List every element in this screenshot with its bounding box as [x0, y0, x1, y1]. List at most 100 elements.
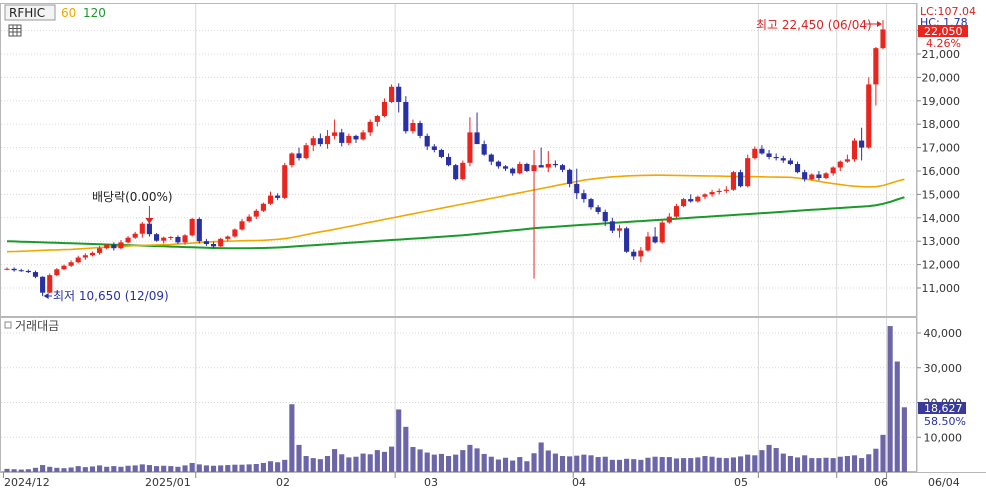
- candle-body: [631, 251, 637, 257]
- candle-body: [745, 158, 751, 187]
- stock-chart: 22,00021,00020,00019,00018,00017,00016,0…: [0, 3, 986, 489]
- candle-body: [574, 183, 580, 194]
- candle-body: [851, 140, 858, 160]
- volume-bar: [880, 434, 886, 472]
- volume-bar: [267, 461, 274, 472]
- volume-bar: [588, 455, 594, 472]
- candle-body: [538, 165, 544, 168]
- volume-bar: [794, 457, 801, 472]
- candle-body: [709, 192, 715, 195]
- volume-bar: [616, 459, 623, 472]
- volume-bar: [40, 465, 46, 472]
- volume-bar: [260, 462, 266, 472]
- candle-body: [139, 223, 145, 234]
- x-tick-label: 2025/01: [145, 476, 191, 489]
- volume-tick-label: 10,000: [924, 431, 963, 444]
- candle-body: [609, 221, 615, 231]
- candle-body: [40, 276, 46, 293]
- volume-bar: [495, 459, 501, 472]
- candle-body: [837, 161, 843, 168]
- volume-bar: [210, 465, 217, 472]
- ma60-legend: 60: [61, 6, 76, 20]
- candle-body: [873, 48, 879, 85]
- candle-body: [602, 211, 608, 222]
- volume-bar: [153, 466, 160, 472]
- candle-body: [844, 159, 850, 162]
- volume-bar: [54, 467, 60, 472]
- volume-bar: [75, 466, 81, 472]
- volume-bar: [289, 404, 295, 472]
- high-annotation: 최고 22,450 (06/04): [756, 18, 872, 32]
- volume-bar: [374, 450, 380, 472]
- candle-body: [289, 153, 295, 166]
- candle-body: [225, 236, 231, 239]
- volume-bar: [47, 466, 53, 472]
- volume-bar: [837, 456, 843, 472]
- candle-body: [47, 275, 53, 293]
- candle-body: [531, 165, 537, 171]
- candle-body: [567, 169, 573, 184]
- candle-body: [11, 268, 17, 271]
- volume-pct-label: 58.50%: [924, 415, 966, 428]
- volume-bar: [18, 469, 24, 472]
- table-icon[interactable]: [8, 24, 22, 37]
- candle-body: [716, 190, 722, 193]
- candle-body: [324, 135, 331, 145]
- price-panel-frame: [0, 3, 917, 317]
- volume-bar: [467, 444, 473, 472]
- candle-body: [54, 269, 60, 276]
- volume-bar: [552, 453, 558, 472]
- volume-bar: [901, 407, 907, 472]
- x-tick-label: 03: [424, 476, 438, 489]
- volume-bar: [182, 465, 188, 472]
- price-tick-label: 17,000: [922, 142, 961, 155]
- volume-bar: [367, 454, 373, 472]
- price-tick-label: 19,000: [922, 95, 961, 108]
- volume-bar: [673, 458, 680, 472]
- candle-body: [189, 218, 195, 236]
- volume-bar: [310, 458, 316, 472]
- volume-bar: [702, 456, 708, 472]
- candle-body: [61, 265, 67, 270]
- candle-body: [794, 163, 801, 173]
- volume-title: 거래대금: [15, 319, 59, 333]
- volume-bar: [139, 464, 145, 472]
- volume-bar: [253, 464, 259, 472]
- candle-body: [97, 248, 103, 253]
- candle-body: [445, 156, 452, 166]
- candle-body: [68, 262, 74, 266]
- volume-bar: [118, 466, 124, 472]
- candle-body: [232, 229, 238, 237]
- volume-bar: [389, 446, 395, 472]
- volume-bar: [524, 461, 530, 472]
- candle-body: [802, 172, 808, 180]
- candle-body: [239, 221, 245, 230]
- volume-bar: [218, 465, 224, 472]
- candle-body: [460, 162, 466, 180]
- volume-bar: [666, 457, 672, 472]
- volume-bar: [225, 465, 231, 472]
- candle-body: [111, 244, 117, 249]
- volume-bar: [488, 456, 494, 472]
- candle-body: [267, 195, 274, 204]
- volume-bar: [424, 452, 430, 472]
- volume-bar: [381, 451, 388, 472]
- candle-body: [203, 241, 209, 245]
- volume-bar: [282, 459, 288, 472]
- candle-body: [374, 116, 380, 122]
- candle-body: [403, 101, 409, 132]
- candle-body: [652, 236, 658, 243]
- candle-body: [559, 165, 566, 170]
- volume-bar: [759, 450, 765, 472]
- volume-bar: [688, 458, 694, 472]
- candle-body: [595, 207, 601, 212]
- volume-bar: [517, 457, 523, 472]
- volume-bar: [339, 454, 345, 472]
- candle-body: [32, 272, 39, 277]
- candle-body: [695, 196, 701, 202]
- candle-body: [517, 163, 523, 174]
- price-tick-label: 16,000: [922, 165, 961, 178]
- candle-body: [730, 172, 737, 190]
- candle-body: [282, 165, 288, 198]
- candle-body: [125, 237, 131, 243]
